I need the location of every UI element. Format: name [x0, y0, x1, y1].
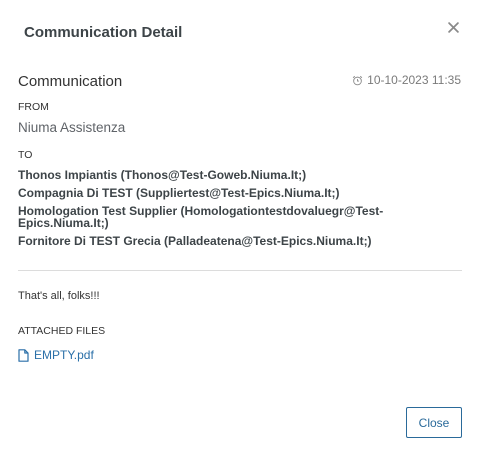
close-button[interactable]: Close — [406, 407, 462, 438]
attachment-link[interactable]: EMPTY.pdf — [18, 348, 94, 362]
close-icon[interactable] — [443, 17, 463, 37]
modal-title: Communication Detail — [24, 24, 183, 41]
recipient-item: Thonos Impiantis (Thonos@Test-Goweb.Nium… — [18, 168, 307, 182]
from-label: FROM — [18, 101, 49, 113]
document-icon — [18, 348, 29, 362]
to-label: TO — [18, 149, 33, 161]
divider — [18, 270, 462, 271]
communication-heading: Communication — [18, 73, 123, 90]
recipient-item: Compagnia Di TEST (Suppliertest@Test-Epi… — [18, 186, 340, 200]
date-text: 10-10-2023 11:35 — [367, 73, 461, 87]
from-value: Niuma Assistenza — [18, 120, 126, 135]
attachments-label: ATTACHED FILES — [18, 325, 106, 337]
alarm-clock-icon — [352, 75, 363, 85]
recipient-list: Thonos Impiantis (Thonos@Test-Goweb.Nium… — [18, 169, 458, 253]
message-body: That's all, folks!!! — [18, 290, 100, 302]
attachment-filename: EMPTY.pdf — [34, 348, 94, 362]
close-icon-glyph — [447, 21, 459, 33]
recipient-item: Homologation Test Supplier (Homologation… — [18, 204, 384, 230]
communication-detail-modal: Communication Detail Communication 10-10… — [0, 0, 481, 458]
recipient-item: Fornitore Di TEST Grecia (Palladeatena@T… — [18, 234, 372, 248]
communication-date: 10-10-2023 11:35 — [352, 73, 461, 87]
